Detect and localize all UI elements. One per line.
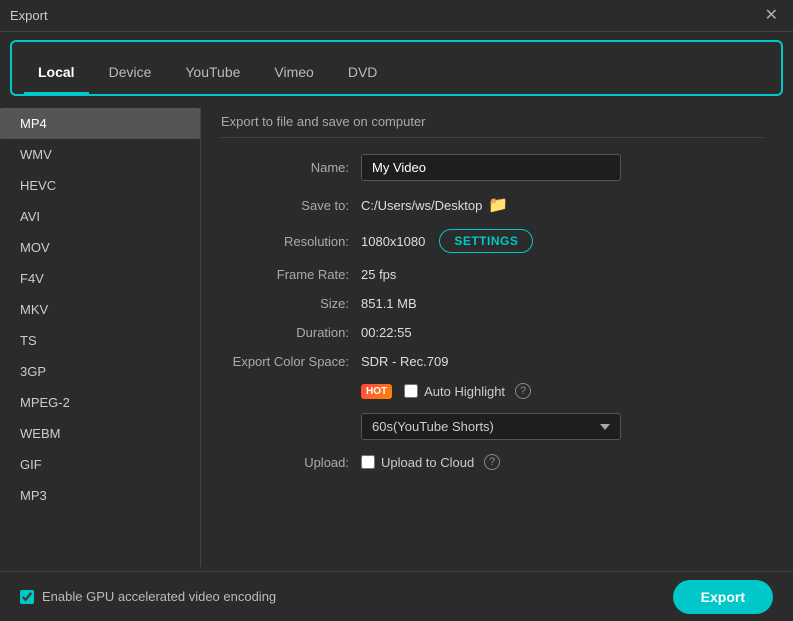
color-space-label: Export Color Space: — [221, 354, 361, 369]
tab-local[interactable]: Local — [24, 58, 89, 86]
sidebar-item-mov[interactable]: MOV — [0, 232, 200, 263]
sidebar-item-gif[interactable]: GIF — [0, 449, 200, 480]
sidebar-item-mp3[interactable]: MP3 — [0, 480, 200, 511]
hot-badge: HOT — [361, 384, 392, 399]
settings-button[interactable]: SETTINGS — [439, 229, 533, 253]
sidebar-item-mp4[interactable]: MP4 — [0, 108, 200, 139]
sidebar-item-mpeg2[interactable]: MPEG-2 — [0, 387, 200, 418]
sidebar-item-mkv[interactable]: MKV — [0, 294, 200, 325]
duration-value: 00:22:55 — [361, 325, 412, 340]
sidebar-item-wmv[interactable]: WMV — [0, 139, 200, 170]
resolution-container: 1080x1080 SETTINGS — [361, 229, 533, 253]
content-title: Export to file and save on computer — [221, 114, 763, 138]
tab-vimeo[interactable]: Vimeo — [260, 58, 327, 86]
sidebar-item-3gp[interactable]: 3GP — [0, 356, 200, 387]
name-input[interactable] — [361, 154, 621, 181]
gpu-checkbox[interactable] — [20, 590, 34, 604]
size-value: 851.1 MB — [361, 296, 417, 311]
title-bar: Export ✕ — [0, 0, 793, 32]
name-row: Name: — [221, 154, 763, 181]
frame-rate-row: Frame Rate: 25 fps — [221, 267, 763, 282]
tab-dvd[interactable]: DVD — [334, 58, 392, 86]
upload-label: Upload: — [221, 455, 361, 470]
sidebar: MP4 WMV HEVC AVI MOV F4V MKV TS 3GP MPEG… — [0, 104, 200, 571]
auto-highlight-checkbox[interactable] — [404, 384, 418, 398]
color-space-row: Export Color Space: SDR - Rec.709 — [221, 354, 763, 369]
tab-device[interactable]: Device — [95, 58, 166, 86]
size-row: Size: 851.1 MB — [221, 296, 763, 311]
close-button[interactable]: ✕ — [760, 6, 783, 26]
gpu-label: Enable GPU accelerated video encoding — [42, 589, 276, 604]
auto-highlight-help-icon[interactable]: ? — [515, 383, 531, 399]
sidebar-item-webm[interactable]: WEBM — [0, 418, 200, 449]
duration-label: Duration: — [221, 325, 361, 340]
window-title: Export — [10, 8, 48, 23]
save-to-row: Save to: C:/Users/ws/Desktop 📁 — [221, 195, 763, 215]
auto-highlight-dropdown-row: 60s(YouTube Shorts) 30s 15s Custom — [221, 413, 763, 440]
save-to-label: Save to: — [221, 198, 361, 213]
save-to-container: C:/Users/ws/Desktop 📁 — [361, 195, 508, 215]
duration-row: Duration: 00:22:55 — [221, 325, 763, 340]
sidebar-item-avi[interactable]: AVI — [0, 201, 200, 232]
save-to-path: C:/Users/ws/Desktop — [361, 198, 482, 213]
size-label: Size: — [221, 296, 361, 311]
sidebar-item-hevc[interactable]: HEVC — [0, 170, 200, 201]
tab-bar: Local Device YouTube Vimeo DVD — [10, 40, 783, 96]
auto-highlight-row: HOT Auto Highlight ? — [221, 383, 763, 399]
sidebar-item-f4v[interactable]: F4V — [0, 263, 200, 294]
highlight-duration-dropdown[interactable]: 60s(YouTube Shorts) 30s 15s Custom — [361, 413, 621, 440]
gpu-check-label[interactable]: Enable GPU accelerated video encoding — [20, 589, 276, 604]
bottom-bar: Enable GPU accelerated video encoding Ex… — [0, 571, 793, 621]
auto-highlight-container: HOT Auto Highlight ? — [361, 383, 531, 399]
content-area: Export to file and save on computer Name… — [201, 104, 793, 571]
tab-youtube[interactable]: YouTube — [171, 58, 254, 86]
resolution-label: Resolution: — [221, 234, 361, 249]
frame-rate-label: Frame Rate: — [221, 267, 361, 282]
resolution-value: 1080x1080 — [361, 234, 425, 249]
name-label: Name: — [221, 160, 361, 175]
auto-highlight-checkbox-label[interactable]: Auto Highlight — [404, 384, 505, 399]
frame-rate-value: 25 fps — [361, 267, 396, 282]
sidebar-item-ts[interactable]: TS — [0, 325, 200, 356]
auto-highlight-label: Auto Highlight — [424, 384, 505, 399]
upload-cloud-checkbox-label[interactable]: Upload to Cloud — [361, 455, 474, 470]
upload-row: Upload: Upload to Cloud ? — [221, 454, 763, 470]
upload-cloud-label: Upload to Cloud — [381, 455, 474, 470]
main-layout: MP4 WMV HEVC AVI MOV F4V MKV TS 3GP MPEG… — [0, 104, 793, 571]
folder-icon[interactable]: 📁 — [488, 195, 508, 215]
upload-container: Upload to Cloud ? — [361, 454, 500, 470]
resolution-row: Resolution: 1080x1080 SETTINGS — [221, 229, 763, 253]
export-button[interactable]: Export — [673, 580, 773, 614]
upload-help-icon[interactable]: ? — [484, 454, 500, 470]
upload-cloud-checkbox[interactable] — [361, 455, 375, 469]
color-space-value: SDR - Rec.709 — [361, 354, 448, 369]
